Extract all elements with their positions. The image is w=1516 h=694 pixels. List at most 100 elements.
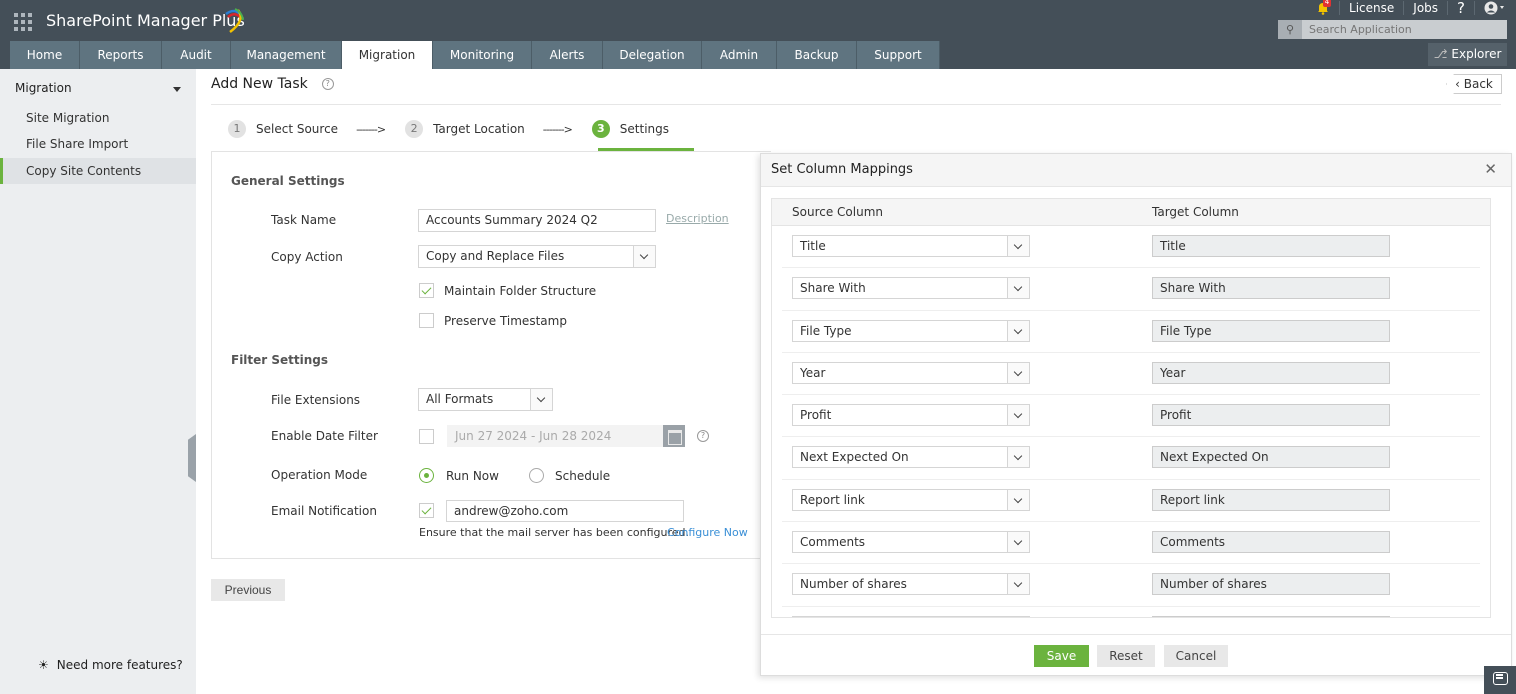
file-extensions-select[interactable]: All Formats — [418, 388, 553, 411]
mapping-row: Year Year — [782, 353, 1480, 396]
maintain-folder-checkbox[interactable] — [419, 283, 434, 298]
previous-button[interactable]: Previous — [211, 579, 285, 601]
save-button[interactable]: Save — [1034, 645, 1089, 667]
explorer-button[interactable]: ⎇ Explorer — [1428, 43, 1507, 66]
chat-icon[interactable] — [1484, 666, 1516, 694]
sidebar-item-copy-site-contents[interactable]: Copy Site Contents — [0, 158, 196, 184]
jobs-link[interactable]: Jobs — [1413, 1, 1438, 15]
description-link[interactable]: Description — [666, 212, 729, 225]
source-column-select[interactable]: Next Expected On — [792, 446, 1030, 469]
mapping-row: Number of shares Number of shares — [782, 564, 1480, 607]
app-title: SharePoint Manager Plus — [46, 11, 245, 30]
date-filter-label: Enable Date Filter — [271, 429, 378, 443]
target-column-field — [1152, 615, 1390, 617]
close-icon[interactable]: ✕ — [1484, 160, 1497, 178]
email-notification-label: Email Notification — [271, 504, 377, 518]
chevron-down-icon — [1007, 574, 1029, 595]
sidebar-item-site-migration[interactable]: Site Migration — [0, 105, 196, 131]
target-column-field: Year — [1152, 361, 1390, 384]
tab-alerts[interactable]: Alerts — [532, 41, 603, 69]
brand-logo-icon — [225, 8, 244, 33]
caret-down-icon[interactable] — [173, 87, 181, 92]
tab-support[interactable]: Support — [857, 41, 940, 69]
source-column-select[interactable]: Number of shares — [792, 573, 1030, 596]
source-column-select[interactable]: Year — [792, 361, 1030, 384]
need-more-features-link[interactable]: ☀ Need more features? — [38, 658, 183, 672]
tab-delegation[interactable]: Delegation — [603, 41, 702, 69]
target-column-field: Title — [1152, 235, 1390, 257]
mapping-table-header: Source Column Target Column — [772, 199, 1490, 226]
run-now-label: Run Now — [446, 469, 499, 483]
preserve-timestamp-checkbox[interactable] — [419, 313, 434, 328]
mapping-row: Report link Report link — [782, 480, 1480, 523]
chevron-down-icon — [1007, 532, 1029, 553]
search-input[interactable] — [1302, 20, 1507, 39]
notification-bell[interactable]: 4 — [1316, 0, 1332, 15]
date-filter-checkbox[interactable] — [419, 429, 434, 444]
sidebar-collapse-handle[interactable] — [188, 434, 196, 482]
mail-server-note: Ensure that the mail server has been con… — [419, 526, 690, 539]
operation-mode-label: Operation Mode — [271, 468, 368, 482]
mapping-row: File Type File Type — [782, 311, 1480, 353]
schedule-radio[interactable] — [529, 468, 544, 483]
divider — [211, 104, 1501, 105]
cancel-button[interactable]: Cancel — [1164, 645, 1228, 667]
source-column-select[interactable] — [792, 615, 1030, 617]
help-link[interactable]: ? — [1457, 0, 1465, 17]
run-now-radio[interactable] — [419, 468, 434, 483]
tab-reports[interactable]: Reports — [80, 41, 162, 69]
source-column-select[interactable]: Report link — [792, 488, 1030, 511]
copy-action-select[interactable]: Copy and Replace Files — [418, 245, 656, 268]
user-avatar-icon[interactable] — [1484, 1, 1508, 15]
step-settings[interactable]: Settings — [620, 122, 669, 136]
email-notification-checkbox[interactable] — [419, 503, 434, 518]
tab-backup[interactable]: Backup — [777, 41, 857, 69]
chevron-down-icon — [1007, 236, 1029, 256]
mapping-row: Profit Profit — [782, 395, 1480, 438]
calendar-icon[interactable] — [663, 425, 685, 447]
step-number: 3 — [591, 120, 610, 138]
chevron-down-icon — [1007, 278, 1029, 299]
chevron-down-icon — [1007, 616, 1029, 617]
wizard-steps: 1 Select Source -------> 2 Target Locati… — [228, 120, 669, 138]
sidebar-heading[interactable]: Migration — [15, 81, 72, 95]
sidebar: Migration Site Migration File Share Impo… — [0, 69, 196, 694]
sidebar-item-file-share-import[interactable]: File Share Import — [0, 131, 196, 157]
configure-now-link[interactable]: Configure Now — [667, 526, 748, 539]
mapping-row: Comments Comments — [782, 522, 1480, 565]
tab-monitoring[interactable]: Monitoring — [433, 41, 532, 69]
step-target-location[interactable]: Target Location — [433, 122, 525, 136]
column-mappings-dialog: Set Column Mappings ✕ Source Column Targ… — [760, 153, 1512, 676]
step-select-source[interactable]: Select Source — [256, 122, 338, 136]
chevron-down-icon — [633, 246, 655, 267]
help-icon[interactable]: ? — [321, 78, 334, 90]
source-column-select[interactable]: File Type — [792, 319, 1030, 342]
help-icon[interactable]: ? — [697, 430, 709, 442]
tab-admin[interactable]: Admin — [702, 41, 777, 69]
top-header: SharePoint Manager Plus 4 License Jobs ?… — [0, 0, 1516, 69]
dialog-footer-divider — [761, 634, 1511, 635]
task-name-input[interactable]: Accounts Summary 2024 Q2 — [418, 209, 656, 232]
back-button[interactable]: ‹ Back — [1446, 74, 1502, 94]
source-column-select[interactable]: Profit — [792, 404, 1030, 427]
chevron-down-icon — [1007, 362, 1029, 383]
mapping-row: Next Expected On Next Expected On — [782, 437, 1480, 480]
tab-audit[interactable]: Audit — [162, 41, 231, 69]
source-column-select[interactable]: Title — [792, 235, 1030, 257]
source-column-select[interactable]: Share With — [792, 277, 1030, 300]
apps-grid-icon[interactable] — [14, 13, 32, 31]
top-right-links: 4 License Jobs ? — [1316, 0, 1508, 17]
tab-migration[interactable]: Migration — [342, 41, 433, 69]
tab-home[interactable]: Home — [10, 41, 80, 69]
mapping-rows[interactable]: Title Title Share With Share With File Type F… — [772, 226, 1490, 617]
email-input[interactable]: andrew@zoho.com — [446, 500, 684, 522]
source-column-select[interactable]: Comments — [792, 531, 1030, 554]
license-link[interactable]: License — [1349, 1, 1394, 15]
tab-management[interactable]: Management — [231, 41, 342, 69]
target-column-field: Profit — [1152, 404, 1390, 427]
step-arrow: -------> — [542, 122, 573, 136]
search-application[interactable]: ⚲ — [1278, 20, 1507, 39]
task-name-label: Task Name — [271, 213, 337, 227]
date-range-input[interactable]: Jun 27 2024 - Jun 28 2024 — [447, 425, 685, 447]
reset-button[interactable]: Reset — [1097, 645, 1155, 667]
